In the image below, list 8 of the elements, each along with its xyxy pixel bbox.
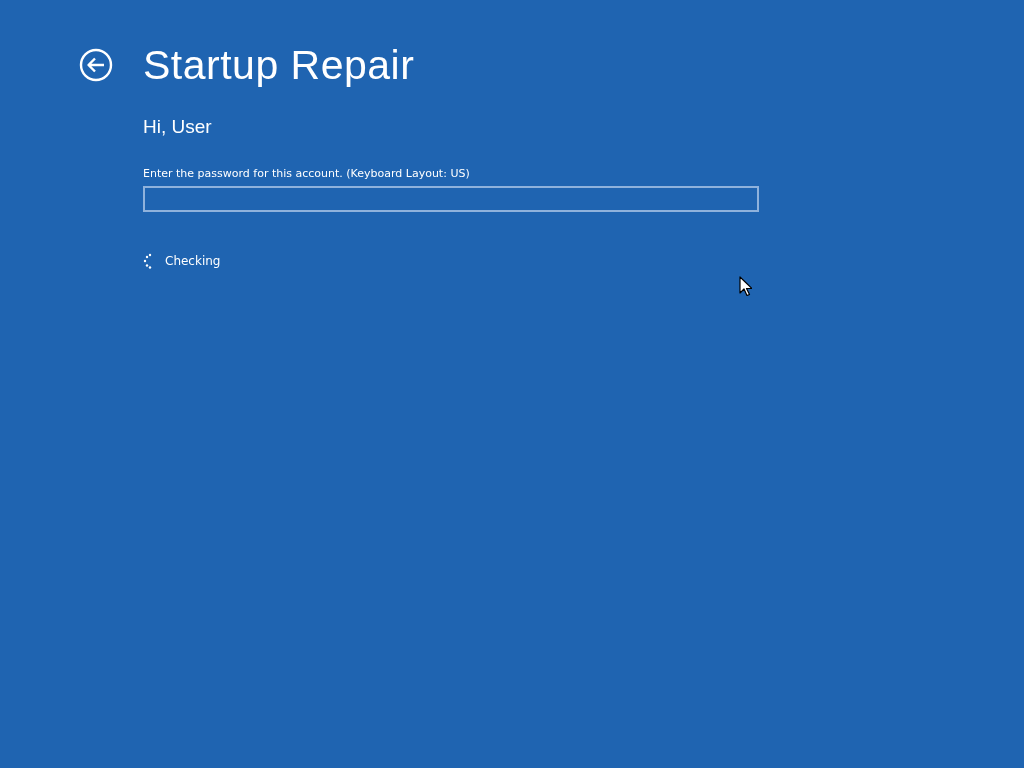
cursor-icon bbox=[739, 276, 752, 296]
password-field[interactable] bbox=[143, 186, 759, 212]
greeting: Hi, User bbox=[143, 116, 212, 138]
field-label: Enter the password for this account. (Keyboard Layout: US) bbox=[143, 167, 470, 180]
status-text: Checking bbox=[165, 254, 221, 268]
page-title: Startup Repair bbox=[143, 41, 415, 90]
back-icon[interactable] bbox=[79, 48, 113, 82]
spinner-icon bbox=[143, 253, 153, 269]
